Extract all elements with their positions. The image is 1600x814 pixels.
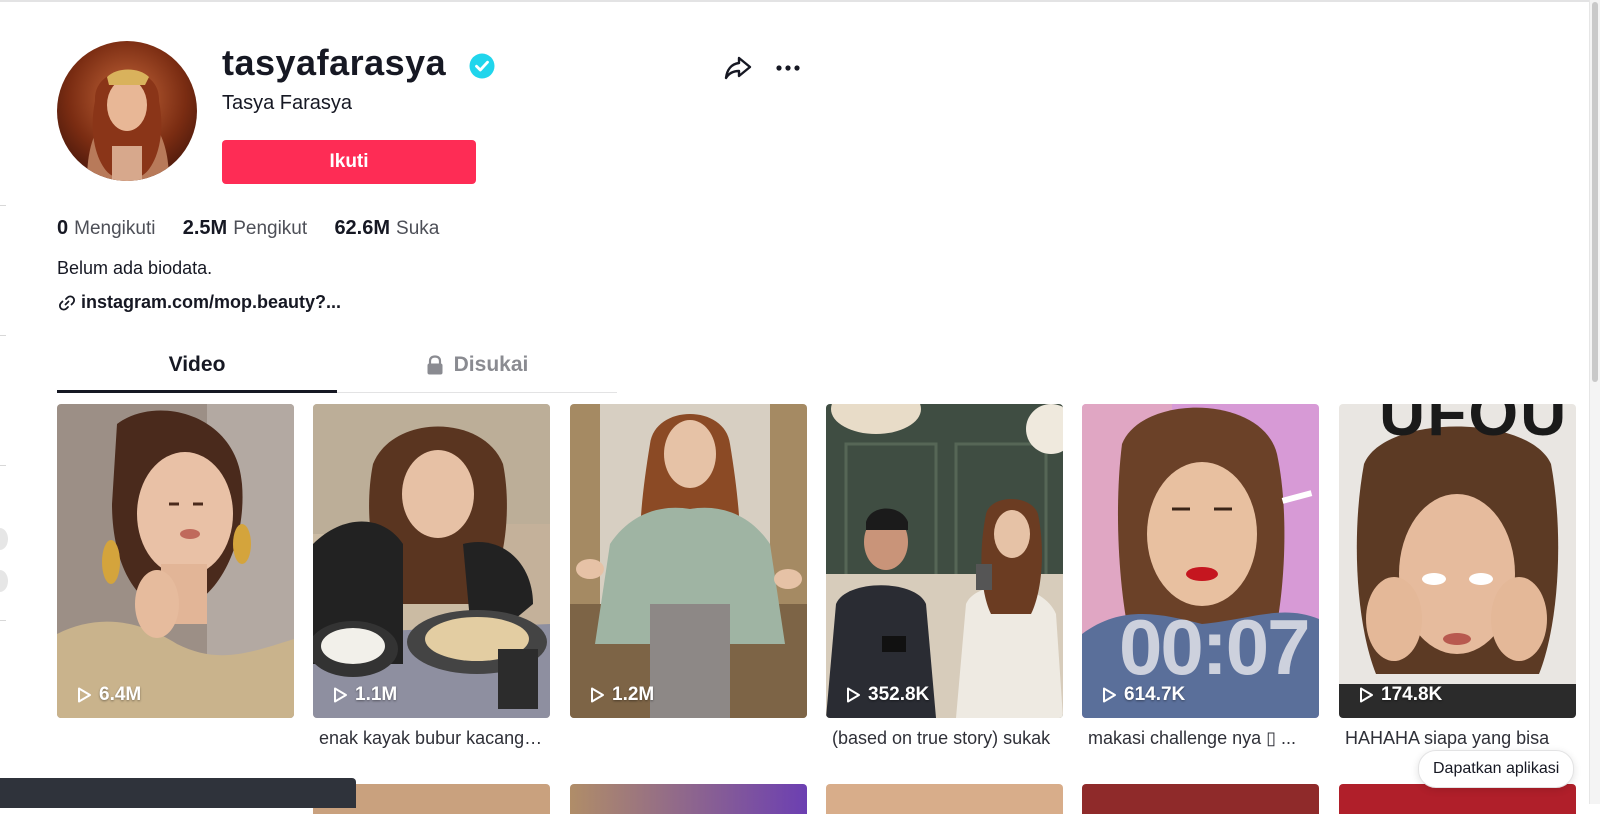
play-icon xyxy=(78,687,91,703)
left-edge-handle xyxy=(0,528,8,550)
countdown-overlay: 00:07 xyxy=(1119,603,1310,691)
video-thumbnail xyxy=(570,404,807,718)
stat-value: 0 xyxy=(57,217,69,239)
video-card[interactable] xyxy=(1082,784,1319,814)
video-caption[interactable]: makasi challenge nya ▯ ... xyxy=(1088,728,1313,749)
tab-video[interactable]: Video xyxy=(57,340,337,390)
stat-likes: 62.6M Suka xyxy=(334,217,439,240)
more-options-icon[interactable] xyxy=(772,52,804,84)
play-icon xyxy=(847,687,860,703)
stat-value: 62.6M xyxy=(334,217,391,239)
video-thumbnail xyxy=(313,404,550,718)
left-edge-handle xyxy=(0,570,8,592)
follow-button[interactable]: Ikuti xyxy=(222,140,476,184)
link-icon xyxy=(58,294,76,311)
view-count: 6.4M xyxy=(75,684,141,706)
profile-link-text: instagram.com/mop.beauty?... xyxy=(81,292,342,312)
video-card[interactable]: 352.8K xyxy=(826,404,1063,718)
view-count: 1.2M xyxy=(588,684,654,706)
play-icon xyxy=(591,687,604,703)
stat-following[interactable]: 0 Mengikuti xyxy=(57,217,155,240)
video-thumbnail xyxy=(826,404,1063,718)
verified-badge-icon xyxy=(469,53,495,79)
video-caption[interactable]: (based on true story) sukak xyxy=(832,728,1057,749)
view-count-text: 6.4M xyxy=(99,684,142,705)
stat-label: Pengikut xyxy=(233,218,308,239)
scrollbar[interactable] xyxy=(1589,0,1600,804)
username: tasyafarasya xyxy=(222,42,447,83)
view-count: 1.1M xyxy=(331,684,397,706)
view-count: 352.8K xyxy=(844,684,929,706)
stat-followers[interactable]: 2.5M Pengikut xyxy=(183,217,307,240)
view-count-text: 352.8K xyxy=(868,684,930,705)
get-app-button[interactable]: Dapatkan aplikasi xyxy=(1418,750,1575,788)
title-overlay: UFOU xyxy=(1379,404,1569,449)
view-count-text: 1.2M xyxy=(612,684,655,705)
video-card[interactable] xyxy=(1339,784,1576,814)
video-card[interactable] xyxy=(826,784,1063,814)
play-icon xyxy=(334,687,347,703)
lock-icon xyxy=(427,355,443,375)
view-count: 174.8K xyxy=(1357,684,1442,706)
video-card[interactable]: 1.2M xyxy=(570,404,807,718)
video-card[interactable]: 6.4M xyxy=(57,404,294,718)
video-card[interactable]: 1.1M xyxy=(313,404,550,718)
stat-label: Mengikuti xyxy=(74,218,156,239)
active-tab-indicator xyxy=(57,390,337,393)
avatar[interactable] xyxy=(57,41,197,181)
view-count: 614.7K xyxy=(1100,684,1185,706)
video-thumbnail xyxy=(1339,404,1576,718)
tab-liked-label: Disukai xyxy=(453,353,529,376)
share-icon[interactable] xyxy=(722,52,754,84)
video-card[interactable]: 00:07 614.7K xyxy=(1082,404,1319,718)
video-caption[interactable]: HAHAHA siapa yang bisa xyxy=(1345,728,1570,749)
tab-liked[interactable]: Disukai xyxy=(337,340,617,390)
view-count-text: 614.7K xyxy=(1124,684,1186,705)
video-caption[interactable]: enak kayak bubur kacang ijo xyxy=(319,728,544,749)
nickname: Tasya Farasya xyxy=(222,92,353,114)
video-thumbnail xyxy=(57,404,294,718)
scrollbar-thumb[interactable] xyxy=(1592,2,1598,382)
stat-label: Suka xyxy=(396,218,440,239)
video-card[interactable] xyxy=(570,784,807,814)
profile-link[interactable]: instagram.com/mop.beauty?... xyxy=(57,292,341,313)
view-count-text: 1.1M xyxy=(355,684,398,705)
bio-text: Belum ada biodata. xyxy=(57,258,213,278)
profile-tabs: Video Disukai xyxy=(57,340,617,393)
top-border xyxy=(0,0,1600,2)
profile-stats: 0 Mengikuti 2.5M Pengikut 62.6M Suka xyxy=(57,217,461,240)
play-icon xyxy=(1360,687,1373,703)
view-count-text: 174.8K xyxy=(1381,684,1443,705)
video-card[interactable]: UFOU 174.8K xyxy=(1339,404,1576,718)
stat-value: 2.5M xyxy=(182,217,228,239)
play-icon xyxy=(1103,687,1116,703)
